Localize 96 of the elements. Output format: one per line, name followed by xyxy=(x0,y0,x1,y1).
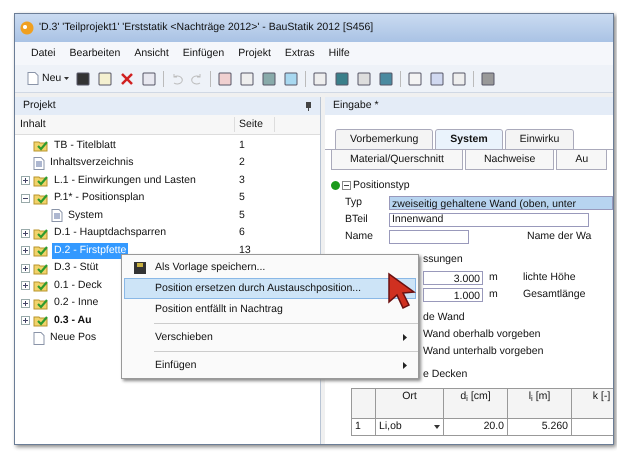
expand-icon[interactable] xyxy=(21,264,30,273)
option-label: Wand unterhalb vorgeben xyxy=(423,344,544,359)
menu-item[interactable]: Extras xyxy=(284,46,315,62)
row-number: 1 xyxy=(352,419,376,436)
column-header: k [-] xyxy=(572,389,613,419)
menu-item[interactable]: Als Vorlage speichern... xyxy=(124,257,416,278)
window-title: 'D.3' 'Teilprojekt1' 'Erststatik <Nachträge 2012>' - BauStatik 2012 [S456] xyxy=(39,20,374,36)
folder-check-icon xyxy=(33,139,49,152)
folder-check-icon xyxy=(33,296,49,310)
tab[interactable]: Material/Querschnitt xyxy=(331,150,463,170)
tree-item[interactable]: Neue Pos xyxy=(48,330,98,346)
submenu-arrow-icon xyxy=(403,362,407,369)
caret-icon xyxy=(434,424,440,429)
menu-item[interactable]: Datei xyxy=(31,46,56,62)
menu-item[interactable]: Einfügen xyxy=(124,355,416,376)
expand-icon[interactable] xyxy=(21,316,30,326)
menu-item[interactable]: Position entfällt in Nachtrag xyxy=(124,299,416,320)
tree-item[interactable]: 0.3 - Au xyxy=(52,312,94,329)
menu-item[interactable]: Verschieben xyxy=(124,327,416,348)
tree-item[interactable]: TB - Titelblatt xyxy=(52,138,118,154)
field-label: BTeil xyxy=(345,212,369,227)
section-heading: e Decken xyxy=(423,367,468,382)
page-number: 2 xyxy=(238,155,245,170)
type-field[interactable]: zweiseitig gehaltene Wand (oben, unter xyxy=(389,196,613,210)
collapse-icon[interactable] xyxy=(342,181,351,190)
tree-item[interactable]: L.1 - Einwirkungen und Lasten xyxy=(52,172,198,189)
expand-icon[interactable] xyxy=(21,176,30,186)
table-cell: 20.0 xyxy=(444,419,508,436)
section-heading: ssungen xyxy=(423,252,464,267)
app-logo-icon xyxy=(20,21,34,35)
tree-item[interactable]: Inhaltsverzeichnis xyxy=(48,155,136,172)
value-field[interactable]: 3.000 xyxy=(423,270,483,284)
tree-item[interactable]: P.1* - Positionsplan xyxy=(52,190,146,206)
column-header: d$_{i}$ [cm] xyxy=(444,389,508,419)
field-label: Name xyxy=(345,228,374,244)
menu-item[interactable]: Projekt xyxy=(238,46,271,62)
tab[interactable]: System xyxy=(435,129,503,149)
column-header: l$_{i}$ [m] xyxy=(508,389,572,419)
page-number: 6 xyxy=(238,225,245,240)
page-number: 5 xyxy=(238,190,245,206)
page-number: 5 xyxy=(238,208,245,223)
delete-icon[interactable] xyxy=(119,70,136,86)
component-dropdown[interactable]: Innenwand xyxy=(389,212,589,226)
tree-item[interactable]: 0.1 - Deck xyxy=(52,278,104,294)
unit-label: m xyxy=(488,270,499,285)
folder-check-icon xyxy=(33,174,49,188)
tab[interactable]: Vorbemerkung xyxy=(335,129,434,149)
tree-item[interactable]: D.1 - Hauptdachsparren xyxy=(52,225,168,242)
table-cell: 5.260 xyxy=(508,419,572,436)
menu-item[interactable]: Ansicht xyxy=(134,46,169,62)
caret-icon xyxy=(64,77,70,80)
column-header[interactable]: Inhalt xyxy=(15,116,235,132)
tab[interactable]: Au xyxy=(556,150,608,170)
folder-check-icon xyxy=(33,314,49,328)
blank-page-icon xyxy=(27,72,39,85)
tab[interactable]: Nachweise xyxy=(464,150,554,170)
expand-icon[interactable] xyxy=(21,246,30,256)
section-heading: de Wand xyxy=(423,310,466,325)
new-button[interactable]: Neu xyxy=(27,70,70,86)
folder-check-icon xyxy=(33,192,49,205)
column-header[interactable]: Seite xyxy=(235,116,275,132)
tab[interactable]: Einwirku xyxy=(504,129,574,149)
folder-check-icon xyxy=(33,244,49,258)
expand-icon[interactable] xyxy=(21,281,30,290)
tree-item[interactable]: System xyxy=(66,208,106,224)
tree-item[interactable]: D.3 - Stüt xyxy=(52,260,100,276)
menu-item[interactable]: Einfügen xyxy=(182,46,224,62)
pin-icon[interactable] xyxy=(305,102,312,110)
field-label: Gesamtlänge xyxy=(523,286,586,302)
field-label: Typ xyxy=(345,194,363,210)
page-number: 13 xyxy=(238,242,251,258)
page-number: 3 xyxy=(238,172,245,188)
folder-check-icon xyxy=(33,226,49,240)
tree-item[interactable]: 0.2 - Inne xyxy=(52,295,100,312)
column-header: Ort xyxy=(376,389,444,419)
panel-title: Projekt xyxy=(23,98,56,114)
menu-item[interactable]: Position ersetzen durch Austauschposition... xyxy=(124,278,416,299)
folder-check-icon xyxy=(33,279,49,292)
unit-label: m xyxy=(488,286,499,302)
option-label: Wand oberhalb vorgeben xyxy=(423,327,542,342)
field-label: Name der Wa xyxy=(527,228,592,244)
menu-item[interactable]: Hilfe xyxy=(328,46,350,62)
name-field[interactable] xyxy=(389,230,469,244)
page-number: 1 xyxy=(238,138,245,153)
collapse-icon[interactable] xyxy=(21,194,30,203)
panel-title: Eingabe * xyxy=(333,98,379,114)
blank-page-icon xyxy=(33,332,45,345)
expand-icon[interactable] xyxy=(21,228,30,238)
value-field[interactable]: 1.000 xyxy=(423,288,483,302)
section-heading: Positionstyp xyxy=(353,178,410,193)
submenu-arrow-icon xyxy=(403,334,407,341)
folder-check-icon xyxy=(33,262,49,275)
expand-icon[interactable] xyxy=(21,298,30,308)
menu-item[interactable]: Bearbeiten xyxy=(70,46,120,62)
location-dropdown[interactable]: Li,ob xyxy=(376,419,444,436)
field-label: lichte Höhe xyxy=(523,270,576,285)
